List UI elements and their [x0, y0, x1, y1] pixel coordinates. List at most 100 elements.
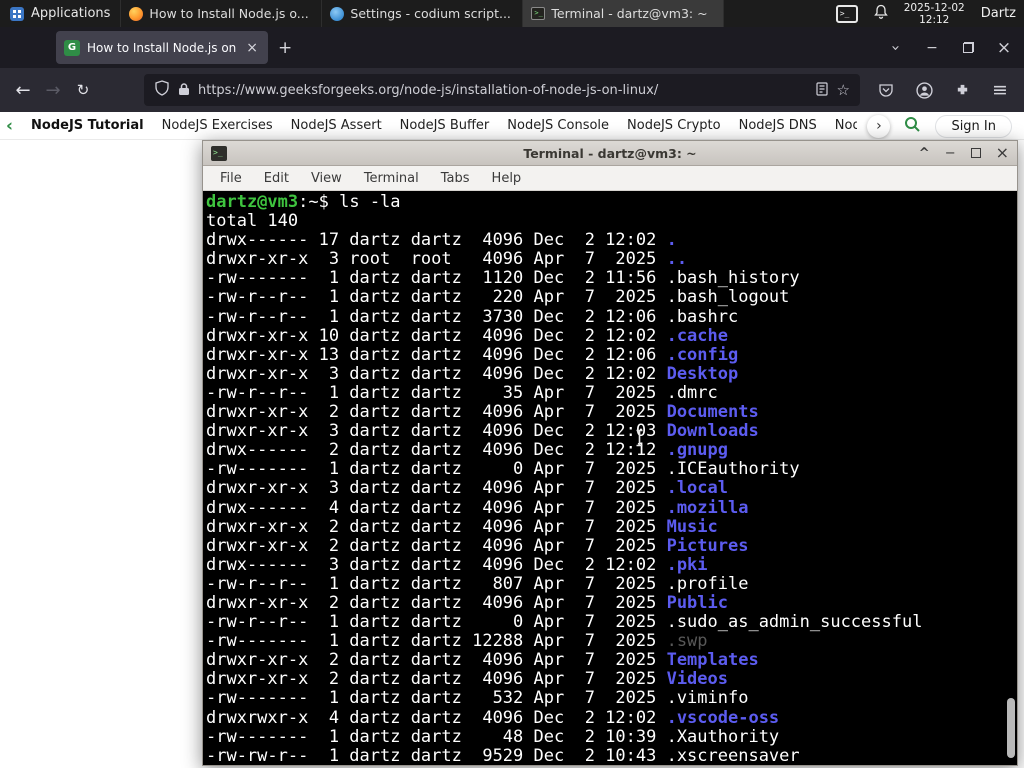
terminal-close-button[interactable]: ×	[996, 145, 1009, 161]
terminal-minimize-button[interactable]: −	[945, 147, 956, 160]
terminal-window-controls: ^ − ×	[919, 145, 1009, 161]
browser-tab[interactable]: G How to Install Node.js on... ×	[56, 31, 268, 64]
menu-edit[interactable]: Edit	[253, 171, 300, 186]
nav-scroll-right-button[interactable]: ›	[867, 114, 891, 138]
terminal-screen[interactable]: dartz@vm3:~$ ls -la total 140 drwx------ 1…	[203, 192, 1017, 765]
settings-icon	[330, 6, 345, 21]
terminal-prompt-line: dartz@vm3:~$ ls -la	[206, 192, 1017, 212]
file-name: .local	[666, 478, 728, 499]
terminal-app-icon: >_	[211, 145, 227, 161]
file-name: .swp	[666, 631, 708, 652]
file-meta: drwxr-xr-x 2 dartz dartz 4096 Apr 7 2025	[206, 669, 667, 690]
file-meta: -rw------- 1 dartz dartz 532 Apr 7 2025	[206, 688, 667, 709]
account-icon[interactable]	[908, 74, 940, 106]
browser-toolbar: ← → ↻ https://www.geeksforgeeks.org/node…	[0, 68, 1024, 112]
close-button[interactable]: ×	[988, 32, 1020, 64]
terminal-scrollbar[interactable]	[1005, 193, 1016, 763]
file-name: Documents	[666, 402, 759, 423]
menu-file[interactable]: File	[209, 171, 253, 186]
forward-button[interactable]: →	[38, 75, 68, 105]
typed-command: ls -la	[339, 192, 401, 212]
site-nav-bar: ‹ NodeJS Tutorial NodeJS Exercises NodeJ…	[0, 112, 1024, 140]
file-meta: -rw------- 1 dartz dartz 48 Dec 2 10:39	[206, 726, 667, 747]
terminal-listing-line: drwx------ 4 dartz dartz 4096 Apr 7 2025…	[206, 498, 1017, 518]
site-nav-item-dns[interactable]: NodeJS DNS	[739, 118, 817, 133]
file-meta: -rw-r--r-- 1 dartz dartz 3730 Dec 2 12:0…	[206, 306, 667, 327]
file-meta: -rw-r--r-- 1 dartz dartz 807 Apr 7 2025	[206, 573, 667, 594]
menu-icon[interactable]: ≡	[984, 74, 1016, 106]
panel-right: >_ 2025-12-02 12:12 Dartz	[828, 0, 1024, 27]
terminal-listing-line: drwxr-xr-x 2 dartz dartz 4096 Apr 7 2025…	[206, 670, 1017, 689]
window-button-label: How to Install Node.js o...	[149, 6, 309, 21]
lock-icon[interactable]	[178, 81, 190, 100]
file-name: .dmrc	[666, 382, 718, 403]
site-nav-item-tutorial[interactable]: NodeJS Tutorial	[31, 118, 144, 133]
applications-menu[interactable]: Applications	[0, 0, 122, 27]
terminal-listing-line: -rw-r--r-- 1 dartz dartz 0 Apr 7 2025 .s…	[206, 613, 1017, 632]
file-meta: -rw------- 1 dartz dartz 0 Apr 7 2025	[206, 459, 667, 480]
restore-button[interactable]	[952, 32, 984, 64]
window-button-firefox[interactable]: How to Install Node.js o...	[121, 0, 323, 27]
file-name: .cache	[666, 325, 728, 346]
sign-in-button[interactable]: Sign In	[935, 114, 1012, 138]
site-search-icon[interactable]	[904, 116, 921, 137]
file-meta: drwx------ 2 dartz dartz 4096 Dec 2 12:1…	[206, 440, 667, 461]
menu-terminal[interactable]: Terminal	[353, 171, 430, 186]
file-meta: -rw------- 1 dartz dartz 1120 Dec 2 11:5…	[206, 268, 667, 289]
tab-close-icon[interactable]: ×	[244, 40, 260, 56]
menu-help[interactable]: Help	[481, 171, 533, 186]
notification-bell-icon[interactable]	[873, 4, 888, 23]
reload-button[interactable]: ↻	[68, 75, 98, 105]
shield-icon[interactable]	[154, 80, 170, 100]
terminal-listing-line: drwxr-xr-x 3 dartz dartz 4096 Apr 7 2025…	[206, 479, 1017, 498]
site-nav-item-exercises[interactable]: NodeJS Exercises	[162, 118, 273, 133]
site-nav-item-crypto[interactable]: NodeJS Crypto	[627, 118, 721, 133]
terminal-title: Terminal - dartz@vm3: ~	[523, 145, 697, 161]
file-name: .sudo_as_admin_successful	[666, 612, 923, 633]
window-button-terminal[interactable]: >_ Terminal - dartz@vm3: ~	[523, 0, 725, 27]
file-meta: drwxr-xr-x 13 dartz dartz 4096 Dec 2 12:…	[206, 344, 667, 365]
reader-mode-icon[interactable]	[815, 81, 829, 100]
file-meta: drwxrwxr-x 4 dartz dartz 4096 Dec 2 12:0…	[206, 707, 667, 728]
menu-view[interactable]: View	[300, 171, 353, 186]
terminal-listing-line: -rw-r--r-- 1 dartz dartz 3730 Dec 2 12:0…	[206, 306, 1017, 327]
site-nav-item-assert[interactable]: NodeJS Assert	[291, 118, 382, 133]
url-bar[interactable]: https://www.geeksforgeeks.org/node-js/in…	[144, 74, 860, 106]
terminal-listing-line: drwx------ 2 dartz dartz 4096 Dec 2 12:1…	[206, 441, 1017, 460]
user-label: Dartz	[980, 6, 1016, 21]
tray-terminal-icon[interactable]: >_	[835, 4, 858, 23]
scrollbar-thumb[interactable]	[1007, 698, 1015, 758]
file-name: Pictures	[666, 535, 749, 556]
site-nav-item-console[interactable]: NodeJS Console	[507, 118, 609, 133]
extensions-icon[interactable]	[946, 74, 978, 106]
file-name: .profile	[666, 573, 749, 594]
file-meta: drwxr-xr-x 2 dartz dartz 4096 Apr 7 2025	[206, 516, 667, 537]
terminal-listing-line: drwxr-xr-x 10 dartz dartz 4096 Dec 2 12:…	[206, 325, 1017, 346]
file-meta: drwxr-xr-x 3 root root 4096 Apr 7 2025	[206, 249, 667, 270]
site-nav-item-buffer[interactable]: NodeJS Buffer	[400, 118, 490, 133]
new-tab-button[interactable]: +	[268, 38, 302, 58]
nav-scroll-left-icon[interactable]: ‹	[6, 116, 13, 136]
back-button[interactable]: ←	[8, 75, 38, 105]
terminal-listing-line: drwxr-xr-x 2 dartz dartz 4096 Apr 7 2025…	[206, 593, 1017, 613]
file-name: .bash_logout	[666, 287, 790, 308]
terminal-titlebar[interactable]: >_ Terminal - dartz@vm3: ~ ^ − ×	[203, 141, 1017, 166]
pocket-icon[interactable]	[870, 74, 902, 106]
terminal-listing-line: drwx------ 17 dartz dartz 4096 Dec 2 12:…	[206, 231, 1017, 250]
window-button-settings[interactable]: Settings - codium script...	[322, 0, 524, 27]
terminal-listing-line: drwx------ 3 dartz dartz 4096 Dec 2 12:0…	[206, 555, 1017, 575]
terminal-shade-button[interactable]: ^	[919, 147, 930, 160]
file-name: Templates	[666, 650, 759, 671]
clock[interactable]: 2025-12-02 12:12	[904, 2, 965, 26]
terminal-listing-line: -rw------- 1 dartz dartz 48 Dec 2 10:39 …	[206, 726, 1017, 747]
terminal-maximize-button[interactable]	[970, 148, 981, 158]
clock-time: 12:12	[919, 13, 950, 26]
terminal-window: >_ Terminal - dartz@vm3: ~ ^ − × File Ed…	[202, 140, 1018, 766]
bookmark-star-icon[interactable]: ☆	[837, 81, 850, 99]
list-tabs-chevron-icon[interactable]: ›	[880, 32, 912, 64]
terminal-listing-line: drwxr-xr-x 3 dartz dartz 4096 Dec 2 12:0…	[206, 422, 1017, 441]
menu-tabs[interactable]: Tabs	[430, 171, 481, 186]
terminal-icon: >_	[531, 7, 546, 20]
minimize-button[interactable]: −	[916, 32, 948, 64]
terminal-listing-line: drwxr-xr-x 3 root root 4096 Apr 7 2025 .…	[206, 250, 1017, 269]
